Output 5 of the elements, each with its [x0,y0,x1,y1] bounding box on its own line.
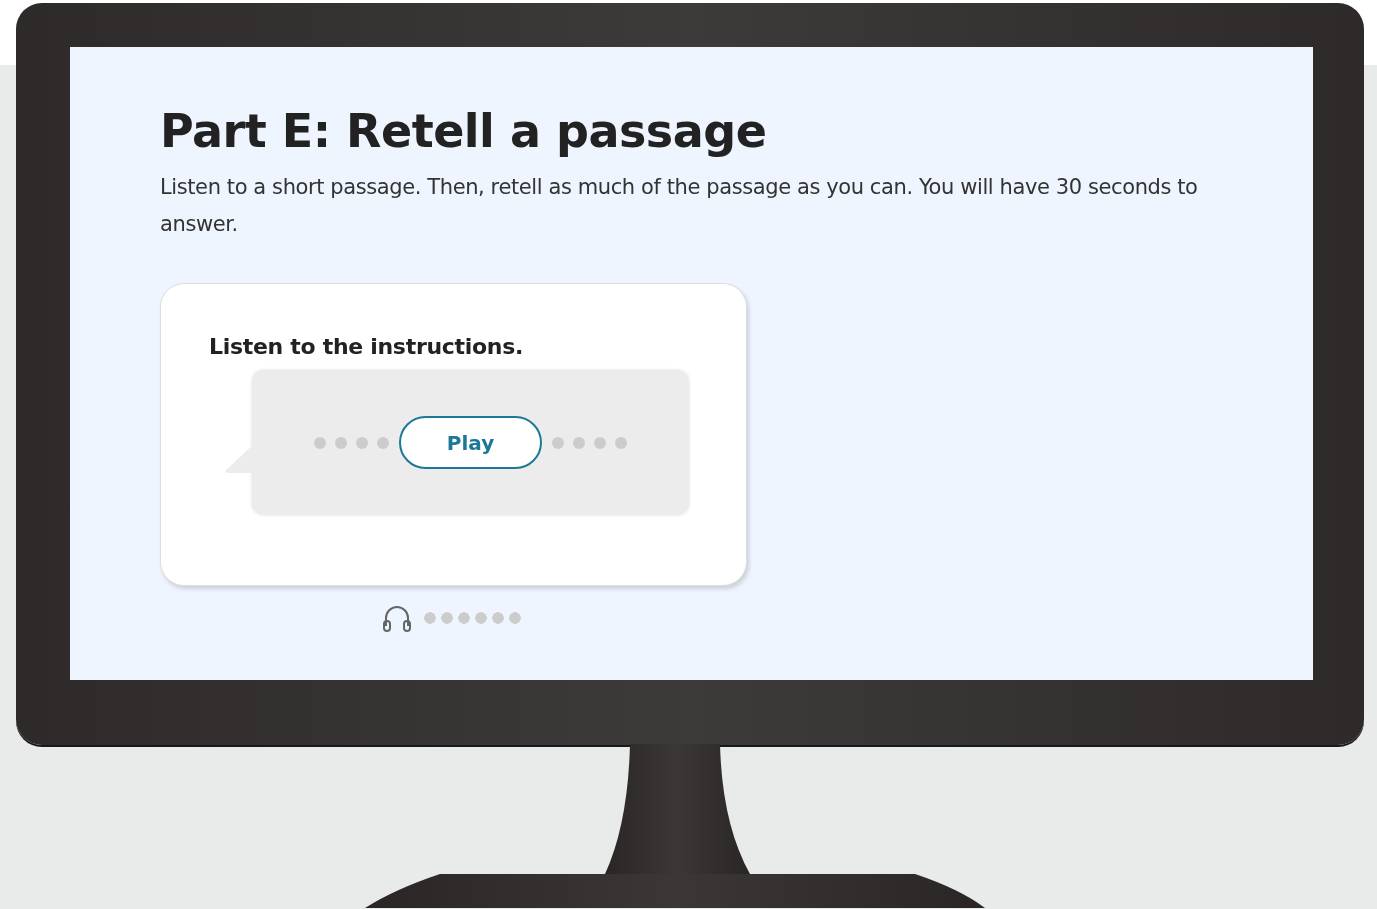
headphones-icon [382,604,412,632]
instructions-text: Listen to a short passage. Then, retell as much of the passage as you can. You will have 30 seconds to answer. [160,174,1199,238]
card-title: Listen to the instructions. [209,334,523,359]
page-heading: Part E: Retell a passage [160,103,768,160]
play-button[interactable]: Play [399,416,542,469]
